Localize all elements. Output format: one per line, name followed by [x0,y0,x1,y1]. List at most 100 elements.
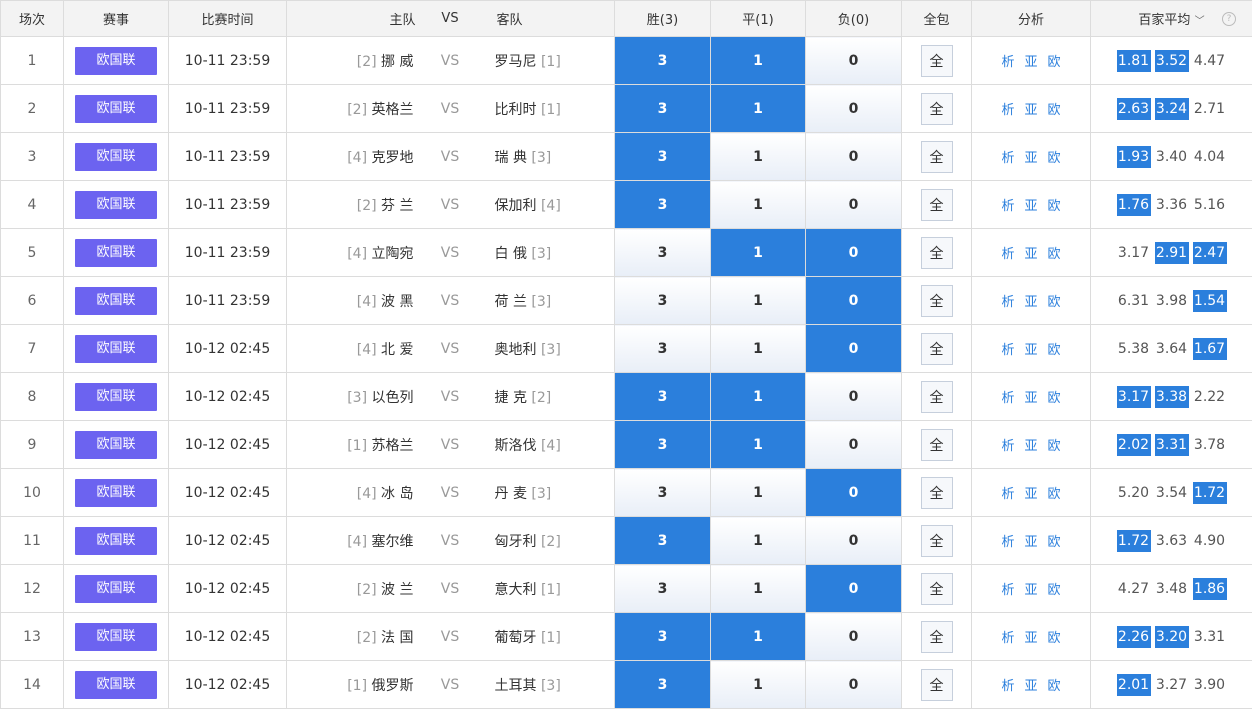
away-team[interactable]: 奥地利 [495,342,537,358]
euro-odds-link[interactable]: 欧 [1048,439,1061,454]
analysis-link[interactable]: 析 [1001,295,1014,310]
pick-lose[interactable]: 0 [805,228,902,277]
pick-lose[interactable]: 0 [805,660,902,709]
full-pick-button[interactable]: 全 [920,428,953,461]
home-team[interactable]: 冰 岛 [381,486,413,502]
asian-odds-link[interactable]: 亚 [1024,343,1037,358]
asian-odds-link[interactable]: 亚 [1024,103,1037,118]
asian-odds-link[interactable]: 亚 [1024,151,1037,166]
league-badge[interactable]: 欧国联 [75,526,157,555]
full-pick-button[interactable]: 全 [920,236,953,269]
analysis-link[interactable]: 析 [1001,103,1014,118]
pick-draw[interactable]: 1 [710,468,806,517]
asian-odds-link[interactable]: 亚 [1024,583,1037,598]
asian-odds-link[interactable]: 亚 [1024,679,1037,694]
pick-win[interactable]: 3 [614,180,711,229]
euro-odds-link[interactable]: 欧 [1048,55,1061,70]
pick-win[interactable]: 3 [614,468,711,517]
euro-odds-link[interactable]: 欧 [1048,199,1061,214]
league-badge[interactable]: 欧国联 [75,574,157,603]
pick-lose[interactable]: 0 [805,276,902,325]
pick-draw[interactable]: 1 [710,36,806,85]
league-badge[interactable]: 欧国联 [75,430,157,459]
euro-odds-link[interactable]: 欧 [1048,679,1061,694]
pick-draw[interactable]: 1 [710,324,806,373]
pick-win[interactable]: 3 [614,276,711,325]
full-pick-button[interactable]: 全 [920,92,953,125]
league-badge[interactable]: 欧国联 [75,46,157,75]
league-badge[interactable]: 欧国联 [75,190,157,219]
league-badge[interactable]: 欧国联 [75,478,157,507]
full-pick-button[interactable]: 全 [920,284,953,317]
pick-lose[interactable]: 0 [805,132,902,181]
analysis-link[interactable]: 析 [1001,679,1014,694]
asian-odds-link[interactable]: 亚 [1024,55,1037,70]
pick-win[interactable]: 3 [614,564,711,613]
league-badge[interactable]: 欧国联 [75,382,157,411]
away-team[interactable]: 保加利 [495,198,537,214]
asian-odds-link[interactable]: 亚 [1024,295,1037,310]
asian-odds-link[interactable]: 亚 [1024,199,1037,214]
asian-odds-link[interactable]: 亚 [1024,439,1037,454]
pick-win[interactable]: 3 [614,228,711,277]
full-pick-button[interactable]: 全 [920,332,953,365]
pick-lose[interactable]: 0 [805,36,902,85]
pick-win[interactable]: 3 [614,372,711,421]
asian-odds-link[interactable]: 亚 [1024,247,1037,262]
euro-odds-link[interactable]: 欧 [1048,151,1061,166]
league-badge[interactable]: 欧国联 [75,670,157,699]
league-badge[interactable]: 欧国联 [75,334,157,363]
home-team[interactable]: 克罗地 [372,150,414,166]
away-team[interactable]: 斯洛伐 [495,438,537,454]
pick-win[interactable]: 3 [614,516,711,565]
pick-draw[interactable]: 1 [710,420,806,469]
euro-odds-link[interactable]: 欧 [1048,631,1061,646]
analysis-link[interactable]: 析 [1001,151,1014,166]
full-pick-button[interactable]: 全 [920,44,953,77]
home-team[interactable]: 苏格兰 [372,438,414,454]
chevron-down-icon[interactable]: ﹀ [1195,16,1205,27]
analysis-link[interactable]: 析 [1001,343,1014,358]
euro-odds-link[interactable]: 欧 [1048,391,1061,406]
pick-draw[interactable]: 1 [710,564,806,613]
home-team[interactable]: 芬 兰 [381,198,413,214]
analysis-link[interactable]: 析 [1001,439,1014,454]
asian-odds-link[interactable]: 亚 [1024,631,1037,646]
league-badge[interactable]: 欧国联 [75,286,157,315]
home-team[interactable]: 俄罗斯 [372,678,414,694]
home-team[interactable]: 波 兰 [381,582,413,598]
full-pick-button[interactable]: 全 [920,188,953,221]
full-pick-button[interactable]: 全 [920,524,953,557]
euro-odds-link[interactable]: 欧 [1048,535,1061,550]
euro-odds-link[interactable]: 欧 [1048,103,1061,118]
analysis-link[interactable]: 析 [1001,391,1014,406]
pick-draw[interactable]: 1 [710,228,806,277]
full-pick-button[interactable]: 全 [920,668,953,701]
pick-win[interactable]: 3 [614,660,711,709]
home-team[interactable]: 北 爱 [381,342,413,358]
pick-draw[interactable]: 1 [710,132,806,181]
pick-win[interactable]: 3 [614,612,711,661]
analysis-link[interactable]: 析 [1001,199,1014,214]
analysis-link[interactable]: 析 [1001,55,1014,70]
euro-odds-link[interactable]: 欧 [1048,583,1061,598]
pick-win[interactable]: 3 [614,132,711,181]
home-team[interactable]: 以色列 [372,390,414,406]
full-pick-button[interactable]: 全 [920,620,953,653]
pick-draw[interactable]: 1 [710,516,806,565]
pick-draw[interactable]: 1 [710,84,806,133]
full-pick-button[interactable]: 全 [920,572,953,605]
pick-lose[interactable]: 0 [805,516,902,565]
asian-odds-link[interactable]: 亚 [1024,535,1037,550]
pick-lose[interactable]: 0 [805,612,902,661]
league-badge[interactable]: 欧国联 [75,622,157,651]
pick-win[interactable]: 3 [614,324,711,373]
pick-win[interactable]: 3 [614,84,711,133]
pick-draw[interactable]: 1 [710,372,806,421]
analysis-link[interactable]: 析 [1001,487,1014,502]
analysis-link[interactable]: 析 [1001,247,1014,262]
league-badge[interactable]: 欧国联 [75,142,157,171]
home-team[interactable]: 波 黑 [381,294,413,310]
away-team[interactable]: 罗马尼 [495,54,537,70]
analysis-link[interactable]: 析 [1001,535,1014,550]
